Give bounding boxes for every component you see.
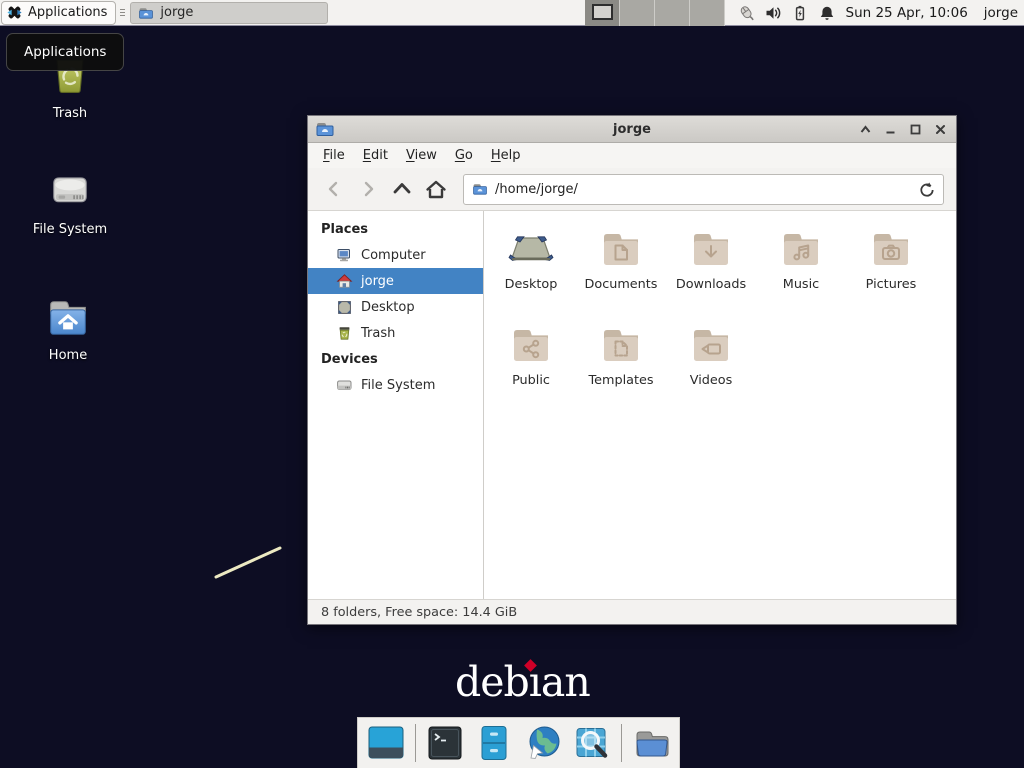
dock-app-finder-button[interactable] bbox=[572, 723, 612, 763]
file-item-videos[interactable]: Videos bbox=[666, 321, 756, 417]
menu-bar: FileEditViewGoHelp bbox=[308, 143, 956, 168]
sidebar-item-trash[interactable]: Trash bbox=[308, 320, 483, 346]
file-manager-window: jorge FileEditViewGoHelp bbox=[307, 115, 957, 625]
home-folder-icon bbox=[42, 292, 94, 344]
panel-username[interactable]: jorge bbox=[984, 5, 1018, 21]
up-button[interactable] bbox=[388, 175, 416, 203]
workspace-4[interactable] bbox=[690, 0, 725, 26]
panel-handle[interactable] bbox=[118, 4, 126, 22]
mouse-settings-icon[interactable] bbox=[737, 4, 755, 22]
dock-show-desktop-button[interactable] bbox=[366, 723, 406, 763]
folder-icon bbox=[138, 5, 154, 21]
shade-button[interactable] bbox=[859, 123, 872, 136]
status-bar: 8 folders, Free space: 14.4 GiB bbox=[308, 599, 956, 624]
tooltip-text: Applications bbox=[24, 44, 106, 60]
home-button[interactable] bbox=[422, 175, 450, 203]
desktop-icon-label: File System bbox=[33, 222, 107, 237]
dock-separator bbox=[415, 724, 416, 762]
maximize-button[interactable] bbox=[909, 123, 922, 136]
file-item-desktop[interactable]: Desktop bbox=[486, 225, 576, 321]
dock-separator bbox=[621, 724, 622, 762]
file-item-documents[interactable]: Documents bbox=[576, 225, 666, 321]
file-item-label: Music bbox=[783, 277, 819, 292]
workspace-switcher[interactable] bbox=[585, 0, 725, 26]
xfce-menu-icon bbox=[6, 4, 23, 21]
system-tray bbox=[737, 4, 836, 22]
drive-icon bbox=[44, 166, 96, 218]
minimize-button[interactable] bbox=[884, 123, 897, 136]
back-button[interactable] bbox=[320, 175, 348, 203]
dock-file-manager-button[interactable] bbox=[474, 723, 514, 763]
file-item-label: Public bbox=[512, 373, 550, 388]
file-item-label: Desktop bbox=[505, 277, 558, 292]
workspace-3[interactable] bbox=[655, 0, 690, 26]
dock-folder-button[interactable] bbox=[631, 723, 671, 763]
bottom-dock bbox=[357, 717, 680, 768]
applications-menu-label: Applications bbox=[28, 5, 107, 20]
sidebar-header-devices: Devices bbox=[308, 346, 483, 372]
file-item-label: Downloads bbox=[676, 277, 746, 292]
menu-view[interactable]: View bbox=[397, 145, 446, 166]
panel-clock[interactable]: Sun 25 Apr, 10:06 bbox=[846, 5, 968, 21]
file-item-label: Documents bbox=[585, 277, 658, 292]
file-item-public[interactable]: Public bbox=[486, 321, 576, 417]
path-folder-icon bbox=[472, 181, 488, 197]
file-item-music[interactable]: Music bbox=[756, 225, 846, 321]
window-folder-icon bbox=[315, 119, 335, 139]
file-item-label: Templates bbox=[588, 373, 653, 388]
sidebar-header-places: Places bbox=[308, 216, 483, 242]
battery-icon[interactable] bbox=[791, 4, 809, 22]
sidebar-item-file-system[interactable]: File System bbox=[308, 372, 483, 398]
sidebar-item-desktop[interactable]: Desktop bbox=[308, 294, 483, 320]
path-input[interactable]: /home/jorge/ bbox=[495, 182, 911, 197]
file-item-templates[interactable]: Templates bbox=[576, 321, 666, 417]
taskbar-window-button[interactable]: jorge bbox=[130, 2, 328, 24]
menu-edit[interactable]: Edit bbox=[354, 145, 397, 166]
dock-web-browser-button[interactable] bbox=[523, 723, 563, 763]
applications-menu-button[interactable]: Applications bbox=[1, 1, 116, 25]
close-button[interactable] bbox=[934, 123, 947, 136]
debian-logo: debıan bbox=[455, 658, 590, 706]
menu-file[interactable]: File bbox=[314, 145, 354, 166]
menu-help[interactable]: Help bbox=[482, 145, 530, 166]
workspace-2[interactable] bbox=[620, 0, 655, 26]
workspace-1[interactable] bbox=[585, 0, 620, 26]
window-titlebar[interactable]: jorge bbox=[308, 116, 956, 143]
status-text: 8 folders, Free space: 14.4 GiB bbox=[321, 605, 517, 620]
desktop-icon-file-system[interactable]: File System bbox=[22, 166, 118, 237]
file-item-downloads[interactable]: Downloads bbox=[666, 225, 756, 321]
reload-icon[interactable] bbox=[918, 181, 935, 198]
file-view[interactable]: Desktop Documents Downloads Music Pictures Pu… bbox=[484, 211, 956, 599]
file-item-label: Videos bbox=[690, 373, 733, 388]
taskbar-window-label: jorge bbox=[160, 5, 193, 20]
path-bar[interactable]: /home/jorge/ bbox=[463, 174, 944, 205]
desktop-icon-home[interactable]: Home bbox=[20, 292, 116, 363]
applications-tooltip: Applications bbox=[6, 33, 124, 71]
file-item-label: Pictures bbox=[866, 277, 917, 292]
forward-button[interactable] bbox=[354, 175, 382, 203]
sidebar-item-jorge[interactable]: jorge bbox=[308, 268, 483, 294]
top-panel: Applications jorge Sun 25 Apr, 10:06 jor… bbox=[0, 0, 1024, 26]
window-title: jorge bbox=[613, 122, 651, 137]
sidebar-item-computer[interactable]: Computer bbox=[308, 242, 483, 268]
volume-icon[interactable] bbox=[764, 4, 782, 22]
notifications-bell-icon[interactable] bbox=[818, 4, 836, 22]
file-item-pictures[interactable]: Pictures bbox=[846, 225, 936, 321]
dock-terminal-button[interactable] bbox=[425, 723, 465, 763]
menu-go[interactable]: Go bbox=[446, 145, 482, 166]
sidebar: Places ComputerjorgeDesktopTrash Devices… bbox=[308, 211, 484, 599]
desktop-icon-label: Trash bbox=[53, 106, 87, 121]
desktop-icon-label: Home bbox=[49, 348, 87, 363]
toolbar: /home/jorge/ bbox=[308, 168, 956, 211]
